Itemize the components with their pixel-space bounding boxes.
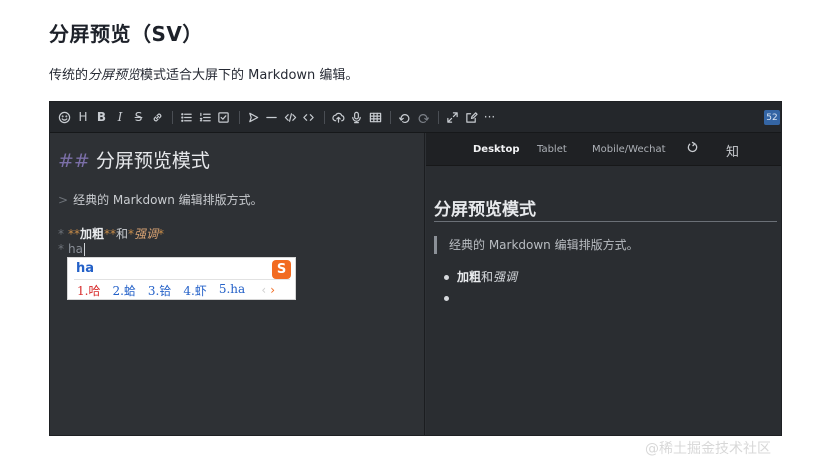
horizontal-line-icon[interactable] bbox=[263, 107, 280, 127]
bold-close-marker: ** bbox=[104, 227, 117, 241]
fullscreen-icon[interactable] bbox=[444, 107, 461, 127]
heading-label: H bbox=[78, 110, 88, 124]
toolbar-divider bbox=[172, 110, 173, 124]
word-count-badge: 52 bbox=[764, 110, 780, 125]
sogou-logo-icon: S bbox=[272, 260, 291, 279]
bold-text: 加粗 bbox=[80, 227, 105, 241]
preview-toolbar: Desktop Tablet Mobile/Wechat 知 bbox=[426, 133, 781, 166]
tab-tablet[interactable]: Tablet bbox=[537, 144, 567, 155]
inline-code-icon[interactable] bbox=[300, 107, 317, 127]
bold-button[interactable]: B bbox=[93, 107, 110, 127]
italic-text: 强调 bbox=[134, 227, 159, 241]
emoji-icon[interactable] bbox=[56, 107, 73, 127]
description-prefix: 传统的 bbox=[49, 68, 89, 83]
quote-icon[interactable] bbox=[245, 107, 262, 127]
article-description: 传统的分屏预览模式适合大屏下的 Markdown 编辑。 bbox=[49, 64, 358, 83]
vditor-editor: H B I S ··· 52 ## 分屏预览模式 > 经典的 Markdown … bbox=[49, 101, 782, 436]
markdown-list-line: * **加粗**和*强调* bbox=[58, 225, 164, 242]
typed-text: ha bbox=[68, 242, 83, 256]
heading-button[interactable]: H bbox=[75, 107, 92, 127]
ime-candidate[interactable]: 3.铪 bbox=[148, 282, 171, 299]
italic-close-marker: * bbox=[158, 227, 165, 241]
code-block-icon[interactable] bbox=[282, 107, 299, 127]
tab-mobile-wechat[interactable]: Mobile/Wechat bbox=[592, 144, 666, 155]
markdown-editor-pane[interactable]: ## 分屏预览模式 > 经典的 Markdown 编辑排版方式。 * **加粗**和*… bbox=[50, 133, 425, 435]
unordered-list-icon[interactable] bbox=[178, 107, 195, 127]
toolbar-divider bbox=[390, 110, 391, 124]
ime-divider bbox=[74, 279, 290, 280]
preview-heading: 分屏预览模式 bbox=[434, 200, 536, 220]
toolbar-divider bbox=[238, 110, 240, 124]
bullet-icon bbox=[444, 296, 449, 301]
undo-icon[interactable] bbox=[396, 107, 413, 127]
redo-icon[interactable] bbox=[415, 107, 432, 127]
markdown-heading-line: ## 分屏预览模式 bbox=[58, 146, 210, 173]
italic-button[interactable]: I bbox=[112, 107, 129, 127]
bold-label: B bbox=[96, 110, 107, 124]
checklist-icon[interactable] bbox=[215, 107, 232, 127]
ime-candidate-window: ha S 1.哈 2.蛤 3.铪 4.虾 5.ha ‹ › bbox=[67, 257, 296, 300]
link-icon[interactable] bbox=[149, 107, 166, 127]
ordered-list-icon[interactable] bbox=[197, 107, 214, 127]
bold-open-marker: ** bbox=[68, 227, 80, 241]
bullet-icon bbox=[444, 275, 449, 280]
preview-bold-text: 加粗 bbox=[457, 270, 482, 284]
description-suffix: 模式适合大屏下的 Markdown 编辑。 bbox=[140, 68, 359, 83]
article-title: 分屏预览（SV） bbox=[49, 22, 203, 46]
italic-label: I bbox=[117, 110, 123, 124]
heading-marker: ## bbox=[58, 150, 90, 172]
strike-button[interactable]: S bbox=[130, 107, 147, 127]
strike-label: S bbox=[134, 110, 143, 124]
preview-heading-rule bbox=[434, 221, 777, 222]
preview-blockquote: 经典的 Markdown 编辑排版方式。 bbox=[434, 236, 639, 254]
copy-to-wechat-icon[interactable] bbox=[686, 141, 699, 158]
preview-and-text: 和 bbox=[481, 270, 494, 284]
editor-toolbar: H B I S ··· 52 bbox=[50, 102, 781, 133]
microphone-icon[interactable] bbox=[348, 107, 365, 127]
ime-candidate[interactable]: 5.ha bbox=[219, 282, 245, 299]
text-caret bbox=[83, 243, 85, 256]
description-emphasis: 分屏预览 bbox=[88, 68, 141, 83]
quote-marker: > bbox=[58, 193, 69, 207]
copy-to-zhihu-icon[interactable]: 知 bbox=[726, 141, 739, 160]
preview-list-item-empty bbox=[444, 291, 457, 305]
and-text: 和 bbox=[116, 227, 129, 241]
ime-input-text: ha bbox=[76, 261, 95, 276]
heading-text: 分屏预览模式 bbox=[95, 150, 210, 172]
toolbar-divider bbox=[323, 110, 325, 124]
quote-text: 经典的 Markdown 编辑排版方式。 bbox=[73, 193, 263, 207]
preview-italic-text: 强调 bbox=[493, 270, 518, 284]
preview-list-item: 加粗和强调 bbox=[444, 268, 517, 285]
preview-pane: Desktop Tablet Mobile/Wechat 知 分屏预览模式 经典… bbox=[426, 133, 781, 435]
ime-candidate[interactable]: 1.哈 bbox=[77, 282, 100, 299]
ime-candidate-list: 1.哈 2.蛤 3.铪 4.虾 5.ha bbox=[77, 282, 257, 299]
ime-page-nav: ‹ › bbox=[261, 283, 275, 297]
watermark: @稀土掘金技术社区 bbox=[645, 441, 771, 457]
edit-mode-icon[interactable] bbox=[463, 107, 480, 127]
more-button[interactable]: ··· bbox=[481, 107, 498, 127]
toolbar-divider bbox=[438, 110, 439, 124]
list-marker: * bbox=[58, 227, 64, 241]
tab-desktop[interactable]: Desktop bbox=[473, 144, 520, 155]
markdown-list-line-typing: * ha bbox=[58, 242, 85, 256]
ime-candidate[interactable]: 2.蛤 bbox=[112, 282, 135, 299]
more-label: ··· bbox=[483, 110, 496, 124]
list-marker: * bbox=[58, 242, 64, 256]
ime-prev-icon[interactable]: ‹ bbox=[261, 283, 266, 297]
ime-next-icon[interactable]: › bbox=[270, 283, 275, 297]
table-icon[interactable] bbox=[367, 107, 384, 127]
markdown-quote-line: > 经典的 Markdown 编辑排版方式。 bbox=[58, 191, 263, 208]
upload-icon[interactable] bbox=[330, 107, 347, 127]
ime-candidate[interactable]: 4.虾 bbox=[183, 282, 206, 299]
